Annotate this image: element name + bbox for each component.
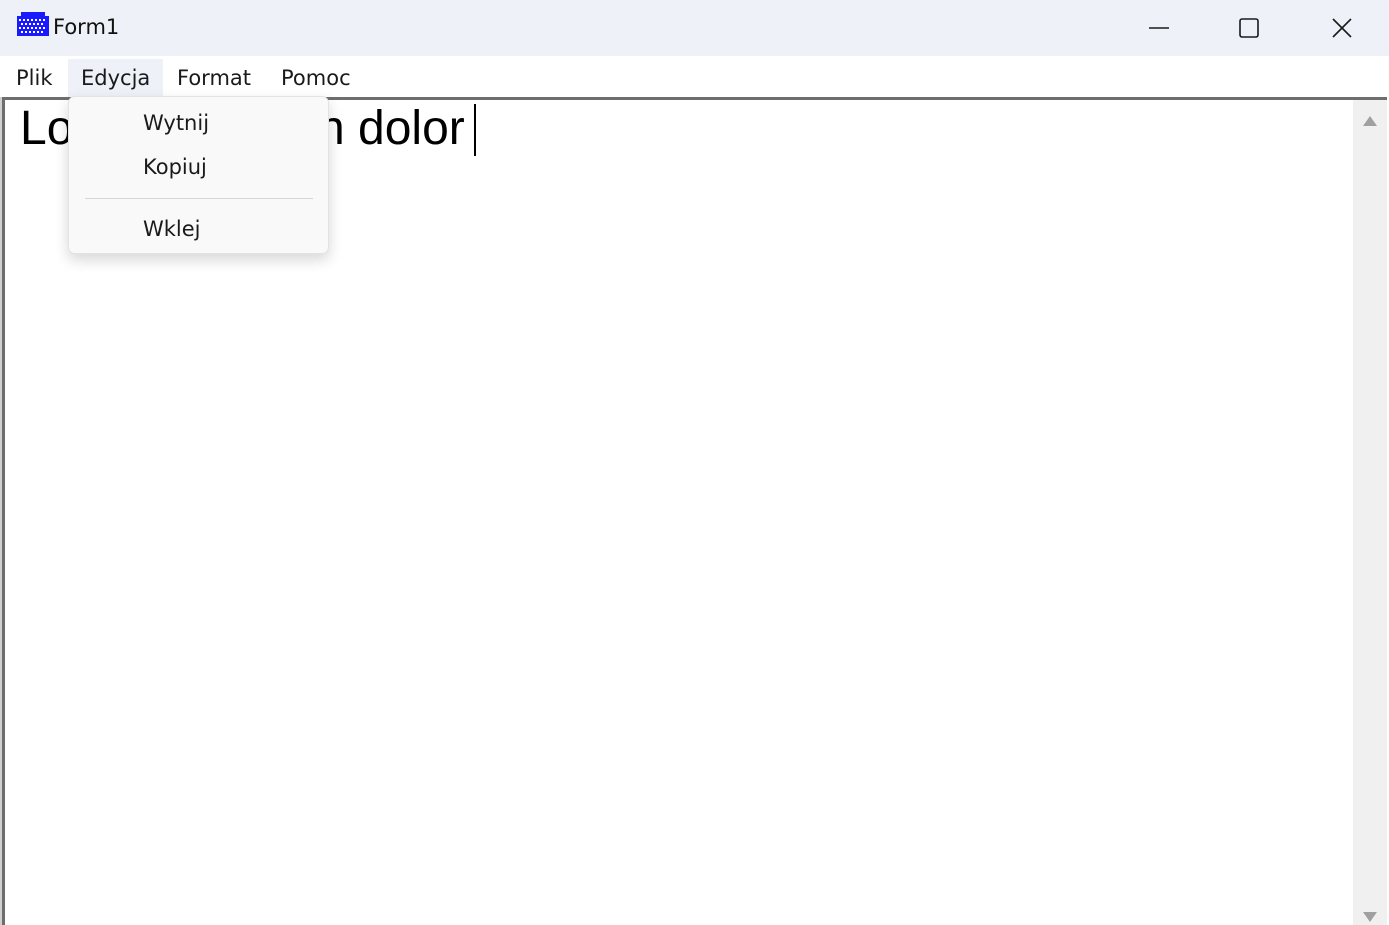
- scroll-up-arrow-icon: [1363, 116, 1377, 126]
- menu-edycja[interactable]: Edycja: [68, 59, 164, 97]
- menu-item-wklej[interactable]: Wklej: [69, 209, 328, 249]
- title-bar[interactable]: Form1: [0, 0, 1389, 56]
- close-button[interactable]: [1296, 0, 1388, 56]
- menu-bar: Plik Edycja Format Pomoc: [0, 56, 1389, 98]
- menu-format[interactable]: Format: [164, 59, 264, 97]
- window-title: Form1: [53, 15, 120, 39]
- scroll-up-button[interactable]: [1353, 104, 1387, 138]
- menu-pomoc[interactable]: Pomoc: [268, 59, 364, 97]
- maximize-icon: [1239, 18, 1259, 38]
- maximize-button[interactable]: [1203, 0, 1295, 56]
- editor-text-left: Lo: [20, 102, 74, 155]
- minimize-button[interactable]: [1113, 0, 1205, 56]
- minimize-icon: [1149, 27, 1169, 29]
- menu-item-kopiuj[interactable]: Kopiuj: [69, 147, 328, 187]
- main-window: Form1 Plik Edycja Format Pomoc Lo n dolo…: [0, 0, 1389, 925]
- scroll-down-arrow-icon: [1363, 912, 1377, 922]
- scroll-down-button[interactable]: [1353, 900, 1387, 925]
- vertical-scrollbar[interactable]: [1353, 100, 1387, 925]
- menu-item-wytnij[interactable]: Wytnij: [69, 103, 328, 143]
- editor-text-right: n dolor: [318, 102, 465, 155]
- menu-plik[interactable]: Plik: [3, 59, 66, 97]
- grid-app-icon: [17, 12, 49, 36]
- menu-separator: [85, 198, 313, 199]
- edycja-dropdown-menu: Wytnij Kopiuj Wklej: [68, 96, 329, 254]
- text-caret: [474, 104, 476, 156]
- close-icon: [1332, 18, 1352, 38]
